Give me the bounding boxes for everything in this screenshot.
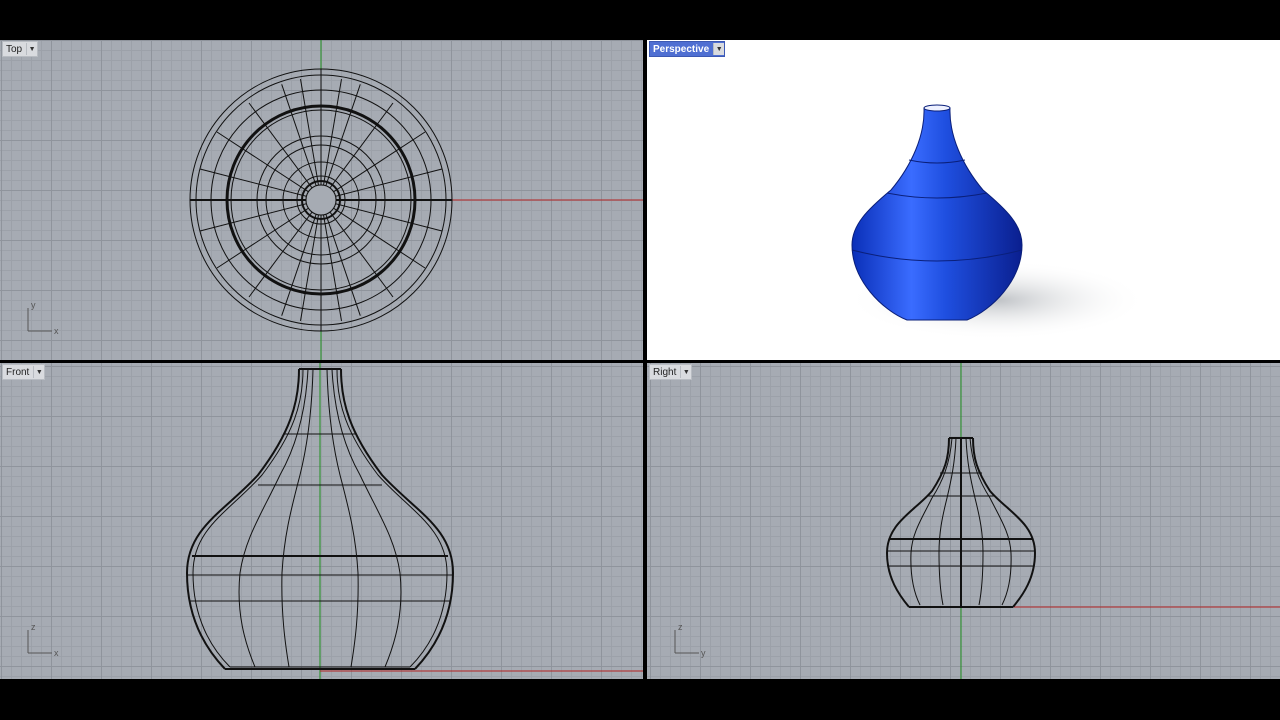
top-viewport[interactable]: y x Top ▼: [0, 40, 643, 360]
top-viewport-tab[interactable]: Top ▼: [2, 41, 39, 57]
chevron-down-icon[interactable]: ▼: [713, 43, 725, 55]
front-wireframe: z x: [27, 363, 643, 679]
front-viewport-tab[interactable]: Front ▼: [2, 364, 46, 380]
right-viewport-title: Right: [653, 366, 677, 378]
perspective-viewport-tab[interactable]: Perspective ▼: [649, 41, 726, 57]
top-viewport-title: Top: [6, 43, 23, 55]
perspective-viewport[interactable]: Perspective ▼: [647, 40, 1280, 360]
right-axis-gizmo: [674, 630, 699, 654]
front-axis-gizmo: [27, 630, 52, 654]
right-viewport-tab[interactable]: Right ▼: [649, 364, 693, 380]
top-axis-gizmo: [27, 308, 52, 332]
front-axis-label-1: z: [31, 622, 36, 632]
chevron-down-icon[interactable]: ▼: [33, 366, 44, 378]
right-wireframe: z y: [674, 363, 1280, 679]
top-axis-label-1: y: [31, 300, 36, 310]
chevron-down-icon[interactable]: ▼: [680, 366, 691, 378]
perspective-render: [847, 104, 1147, 340]
top-wireframe: y x: [27, 40, 643, 360]
chevron-down-icon[interactable]: ▼: [26, 43, 37, 55]
front-viewport-title: Front: [6, 366, 30, 378]
right-viewport[interactable]: z y Right ▼: [647, 363, 1280, 679]
front-viewport[interactable]: z x Front ▼: [0, 363, 643, 679]
top-axis-label-2: x: [54, 326, 59, 336]
front-axis-label-2: x: [54, 648, 59, 658]
right-axis-label-2: y: [701, 648, 706, 658]
right-axis-label-1: z: [678, 622, 683, 632]
perspective-viewport-title: Perspective: [653, 43, 710, 55]
